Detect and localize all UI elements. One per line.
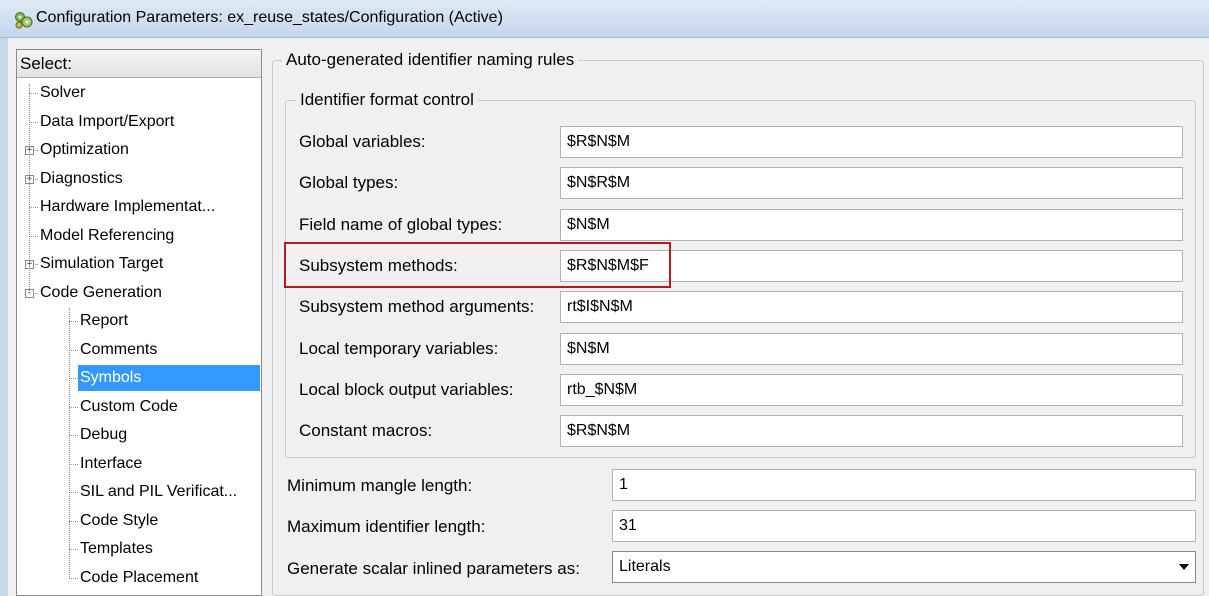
- tree-connector: [69, 463, 78, 465]
- tree-item-diagnostics[interactable]: Diagnostics: [38, 166, 125, 192]
- min-mangle-field[interactable]: 1: [612, 469, 1196, 501]
- tree-item-label: Comments: [80, 340, 158, 358]
- tree-item-code-generation[interactable]: Code Generation: [38, 280, 164, 306]
- scalar-inlined-label: Generate scalar inlined parameters as:: [287, 559, 580, 578]
- format-row-field[interactable]: rtb_$N$M: [560, 373, 1183, 406]
- tree-item-label: SIL and PIL Verificat...: [80, 483, 238, 500]
- tree-item-label: Debug: [80, 426, 128, 443]
- tree-item-label: Report: [80, 312, 129, 329]
- tree-item-code-style[interactable]: Code Style: [78, 508, 160, 534]
- format-row-label: Global variables:: [299, 132, 426, 151]
- naming-rules-title: Auto-generated identifier naming rules: [282, 50, 579, 70]
- format-row-label: Local block output variables:: [299, 379, 514, 399]
- tree-item-label: Data Import/Export: [40, 112, 175, 130]
- tree-item-debug[interactable]: Debug: [78, 422, 129, 448]
- format-row-label: Local temporary variables:: [299, 338, 499, 358]
- format-row-label: Constant macros:: [299, 421, 433, 441]
- highlight-box: [284, 241, 671, 288]
- format-row-label: Global types:: [299, 173, 399, 193]
- tree-connector: [29, 207, 38, 208]
- tree-item-label: Code Generation: [40, 283, 162, 301]
- format-row-label: Field name of global types:: [299, 214, 503, 234]
- format-row-field[interactable]: $N$M: [560, 208, 1183, 241]
- format-row-field[interactable]: $R$N$M: [560, 126, 1183, 158]
- format-control-title: Identifier format control: [296, 90, 478, 110]
- tree-connector: [69, 378, 78, 379]
- format-row-field[interactable]: rt$I$N$M: [560, 291, 1183, 324]
- tree-item-comments[interactable]: Comments: [78, 337, 159, 363]
- format-row-label: Subsystem method arguments:: [299, 297, 535, 317]
- tree-item-label: Symbols: [78, 365, 260, 391]
- tree-item-label: Solver: [40, 84, 86, 101]
- tree-connector: [69, 577, 78, 579]
- category-tree[interactable]: Select: Solver Data Import/Export + Optimiz…: [16, 49, 262, 596]
- tree-connector: [69, 321, 78, 322]
- tree-item-label: Diagnostics: [40, 169, 123, 187]
- min-mangle-label: Minimum mangle length:: [287, 476, 473, 495]
- tree-connector: [29, 121, 38, 123]
- tree-item-symbols[interactable]: Symbols: [78, 365, 260, 391]
- tree-item-simulation-target[interactable]: Simulation Target: [38, 251, 165, 277]
- tree-item-label: Code Style: [80, 511, 159, 529]
- tree-item-model-referencing[interactable]: Model Referencing: [38, 223, 176, 249]
- tree-item-optimization[interactable]: Optimization: [38, 137, 131, 163]
- tree-item-label: Optimization: [40, 141, 129, 158]
- tree-item-sil-and-pil-verificat[interactable]: SIL and PIL Verificat...: [78, 479, 239, 505]
- tree-item-code-placement[interactable]: Code Placement: [78, 565, 200, 591]
- max-identifier-label: Maximum identifier length:: [287, 517, 486, 536]
- tree-connector: [29, 235, 38, 237]
- window-left-border: [0, 38, 8, 596]
- tree-item-label: Code Placement: [80, 568, 199, 586]
- tree-guide-code-generation: [69, 308, 70, 579]
- dialog-body: Select: Solver Data Import/Export + Optimiz…: [0, 38, 1209, 596]
- window-title: Configuration Parameters: ex_reuse_state…: [36, 9, 503, 26]
- format-row-field[interactable]: $N$M: [560, 332, 1183, 365]
- scalar-inlined-dropdown[interactable]: Literals: [612, 551, 1196, 583]
- tree-connector: [69, 349, 78, 351]
- tree-item-label: Simulation Target: [40, 255, 164, 272]
- tree-connector: [69, 492, 78, 493]
- tree-item-interface[interactable]: Interface: [78, 451, 144, 477]
- tree-connector: [69, 549, 78, 550]
- chevron-down-icon[interactable]: [1179, 564, 1189, 570]
- scalar-inlined-value: Literals: [619, 558, 671, 575]
- tree-item-label: Custom Code: [80, 397, 178, 415]
- tree-connector: [69, 406, 78, 408]
- tree-item-report[interactable]: Report: [78, 308, 130, 334]
- tree-item-solver[interactable]: Solver: [38, 80, 87, 106]
- tree-item-data-import-export[interactable]: Data Import/Export: [38, 109, 176, 135]
- tree-connector: [69, 520, 78, 522]
- max-identifier-field[interactable]: 31: [612, 510, 1196, 542]
- tree-header: Select:: [17, 50, 261, 78]
- tree-item-templates[interactable]: Templates: [78, 536, 155, 562]
- tree-item-label: Templates: [80, 540, 153, 557]
- tree-guide-root: [29, 84, 30, 293]
- tree-connector: [29, 93, 38, 94]
- tree-connector: [69, 435, 78, 436]
- tree-item-label: Model Referencing: [40, 226, 175, 244]
- format-row-field[interactable]: $N$R$M: [560, 167, 1183, 200]
- format-row-field[interactable]: $R$N$M: [560, 415, 1183, 448]
- tree-item-label: Hardware Implementat...: [40, 198, 216, 215]
- window-titlebar: Configuration Parameters: ex_reuse_state…: [0, 0, 1209, 38]
- gear-cluster-icon: [15, 12, 33, 29]
- tree-item-hardware-implementat[interactable]: Hardware Implementat...: [38, 194, 217, 220]
- tree-item-label: Interface: [80, 454, 143, 472]
- tree-item-custom-code[interactable]: Custom Code: [78, 394, 180, 420]
